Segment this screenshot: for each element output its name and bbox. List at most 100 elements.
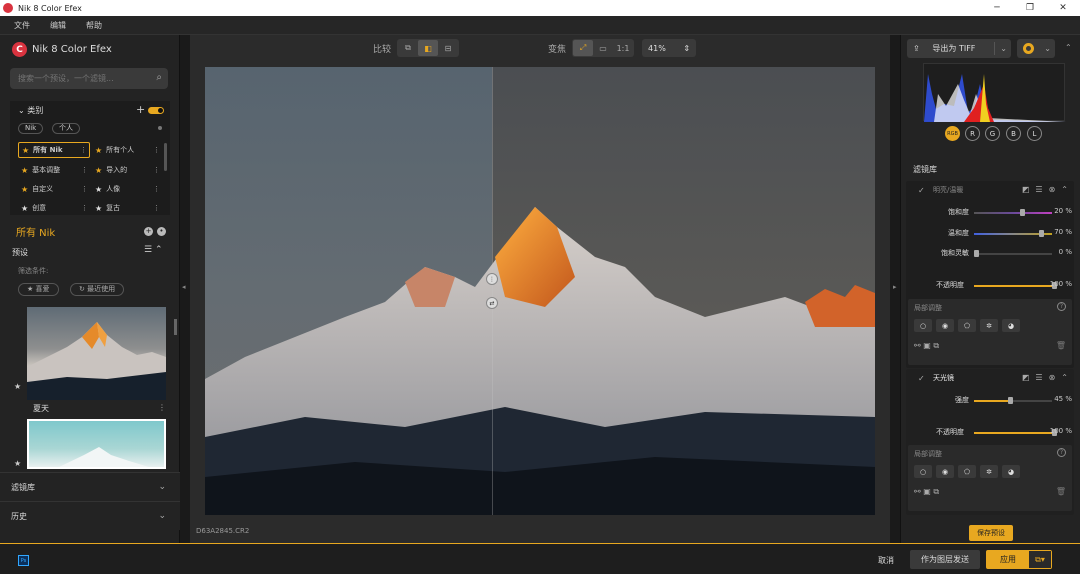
category-imported[interactable]: ★ 导入的 ⋮ [92,162,162,178]
mask-view-icon[interactable]: ▣ [923,487,931,496]
category-vintage[interactable]: ★ 复古 ⋮ [92,200,162,216]
accordion-history[interactable]: 历史 ⌄ [0,501,180,530]
luminosity-icon[interactable]: ◕ [1002,465,1020,478]
fill-icon[interactable]: ▭ [593,40,613,56]
search-input[interactable] [18,74,148,83]
category-creative[interactable]: ★ 创意 ⋮ [18,200,90,216]
collapse-right-icon[interactable]: ▸ [893,283,897,291]
slider-track[interactable] [974,253,1052,255]
control-point-icon[interactable]: ○ [914,319,932,332]
preset-thumbnail-summer[interactable] [27,307,166,400]
slider-opacity[interactable]: 不透明度 100 % [906,280,1074,292]
presets-scrollbar[interactable] [174,319,177,335]
channel-g[interactable]: G [985,126,1000,141]
mask-icon[interactable]: ◩ [1022,373,1030,382]
swap-sides-icon[interactable]: ⇄ [486,297,498,309]
category-basic[interactable]: ★ 基本调整 ⋮ [18,162,90,178]
lasso-icon[interactable]: ⬠ [958,319,976,332]
split-divider[interactable] [492,67,493,515]
chevron-up-icon[interactable]: ⌃ [155,245,163,255]
preset-thumbnail-2[interactable] [27,419,166,469]
slider-knob[interactable] [1038,230,1044,237]
menu-icon[interactable]: ☰ [1035,373,1042,382]
brush-icon[interactable]: ◉ [936,465,954,478]
menu-file[interactable]: 文件 [14,20,30,31]
menu-edit[interactable]: 编辑 [50,20,66,31]
export-dropdown[interactable]: ⇪ 导出为 TIFF ⌄ [907,39,1011,58]
compare-stack-icon[interactable]: ⊟ [438,40,458,56]
magic-icon[interactable]: ✲ [980,319,998,332]
channel-l[interactable]: L [1027,126,1042,141]
channel-rgb[interactable]: RGB [945,126,960,141]
brush-icon[interactable]: ◉ [936,319,954,332]
help-icon[interactable]: ? [1057,448,1066,457]
add-preset-icon[interactable]: + [144,227,153,236]
filter-favorites[interactable]: ★ 喜爱 [18,283,59,296]
category-all-personal[interactable]: ★ 所有个人 ⋮ [92,142,162,158]
remove-icon[interactable]: ⊗ [1049,373,1056,382]
channel-r[interactable]: R [965,126,980,141]
slider-track[interactable] [974,432,1052,434]
apply-button[interactable]: 应用 [987,551,1029,568]
slider-saturation-sensitivity[interactable]: 饱和灵敏 0 % [906,248,1074,260]
category-portrait[interactable]: ★ 人像 ⋮ [92,181,162,197]
slider-warmth[interactable]: 温和度 70 % [906,228,1074,240]
categories-toggle[interactable] [148,107,164,114]
link-icon[interactable]: ⚯ [914,487,921,496]
mask-view-icon[interactable]: ▣ [923,341,931,350]
kebab-icon[interactable]: ⋮ [153,185,160,193]
category-all-nik[interactable]: ★ 所有 Nik ⋮ [18,142,90,158]
slider-track[interactable] [974,285,1052,287]
trash-icon[interactable]: 🗑 [1056,341,1066,350]
chip-personal[interactable]: 个人 [52,123,80,134]
favorite-star-icon[interactable]: ★ [14,459,21,468]
more-icon[interactable]: • [157,227,166,236]
search-icon[interactable]: ⌕ [156,72,162,83]
compare-split-icon[interactable]: ◧ [418,40,439,56]
lasso-icon[interactable]: ⬠ [958,465,976,478]
slider-track[interactable] [974,212,1052,214]
slider-saturation[interactable]: 饱和度 20 % [906,207,1074,219]
channel-b[interactable]: B [1006,126,1021,141]
minimize-button[interactable]: ─ [982,0,1012,16]
menu-help[interactable]: 帮助 [86,20,102,31]
collapse-left-icon[interactable]: ◂ [182,283,186,291]
chevron-up-icon[interactable]: ⌃ [1061,373,1068,382]
chip-nik[interactable]: Nik [18,123,44,134]
compare-side-icon[interactable]: ⧉ [398,40,418,56]
kebab-icon[interactable]: ⋮ [153,204,160,212]
kebab-icon[interactable]: ⋮ [158,403,166,412]
duplicate-icon[interactable]: ⧉ [933,487,939,496]
mask-icon[interactable]: ◩ [1022,185,1030,194]
luminosity-icon[interactable]: ◕ [1002,319,1020,332]
enable-checkbox[interactable]: ✓ [918,374,927,383]
fit-icon[interactable]: ⤢ [573,40,594,56]
kebab-icon[interactable]: ⋮ [153,146,160,154]
save-preset-button[interactable]: 保存预设 [969,525,1013,541]
control-point-icon[interactable]: ○ [914,465,932,478]
apply-options-icon[interactable]: ⧉▾ [1029,551,1051,568]
trash-icon[interactable]: 🗑 [1056,487,1066,496]
split-handle-icon[interactable]: ⋮ [486,273,498,285]
kebab-icon[interactable]: ⋮ [80,146,87,154]
enable-checkbox[interactable]: ✓ [918,186,927,195]
slider-knob[interactable] [974,250,979,257]
duplicate-icon[interactable]: ⧉ [933,341,939,350]
categories-header[interactable]: ⌄ 类别 [18,105,43,116]
preview-image[interactable]: ⋮ ⇄ [205,67,875,515]
kebab-icon[interactable]: ⋮ [81,185,88,193]
magic-icon[interactable]: ✲ [980,465,998,478]
chevron-up-icon[interactable]: ⌃ [1061,185,1068,194]
add-category-icon[interactable]: + [136,103,145,116]
maximize-button[interactable]: ❐ [1015,0,1045,16]
link-icon[interactable]: ⚯ [914,341,921,350]
category-custom[interactable]: ★ 自定义 ⋮ [18,181,90,197]
send-as-layer-button[interactable]: 作为图层发送 [910,550,980,569]
color-mode-button[interactable]: ⌄ [1017,39,1055,58]
close-button[interactable]: ✕ [1048,0,1078,16]
categories-scrollbar[interactable] [164,143,167,171]
cancel-button[interactable]: 取消 [878,555,894,566]
filter-recent[interactable]: ↻ 最近使用 [70,283,125,296]
zoom-select[interactable]: 41% ⇕ [642,39,697,57]
kebab-icon[interactable]: ⋮ [81,204,88,212]
